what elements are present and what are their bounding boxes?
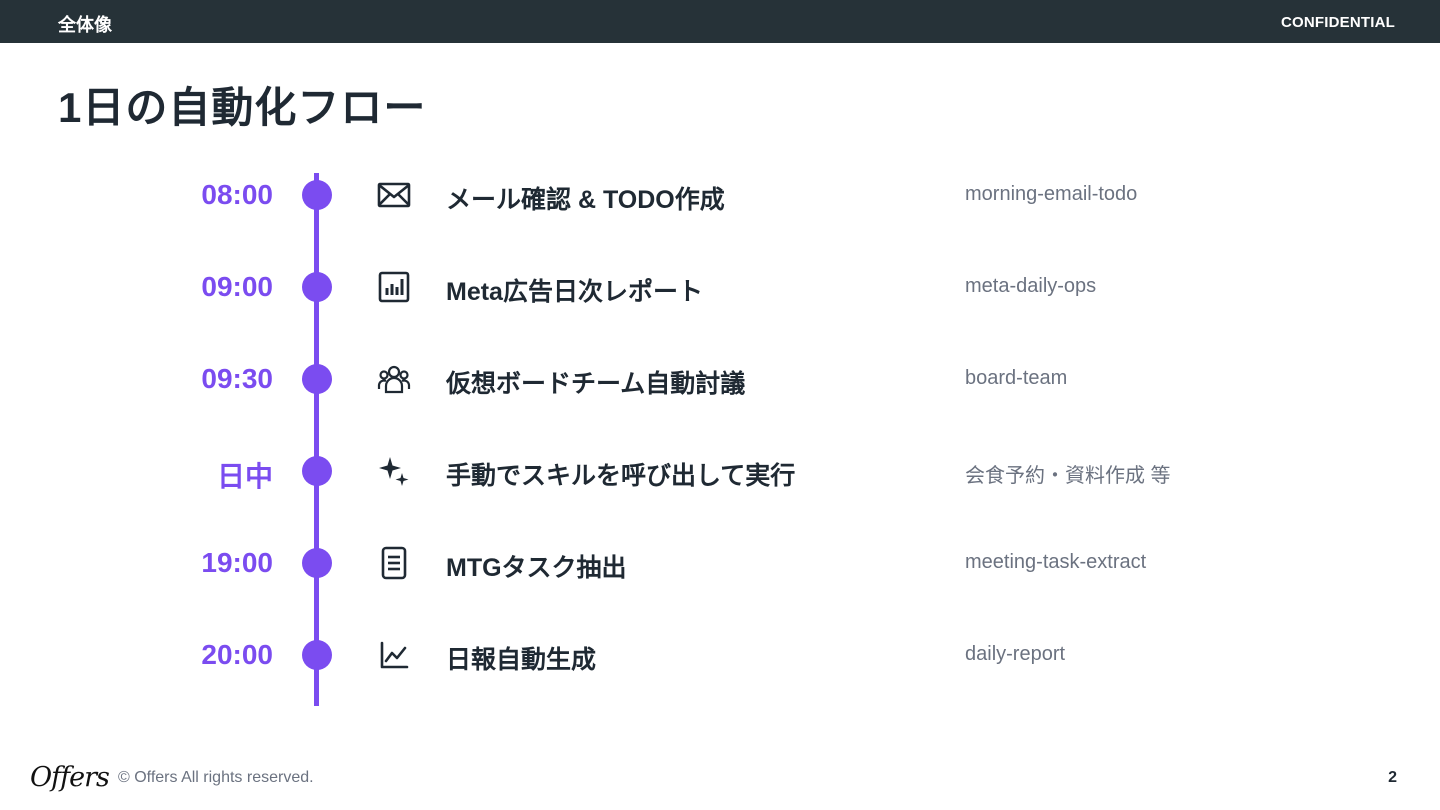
timeline-row: 19:00 MTGタスク抽出 meeting-task-extract: [0, 533, 1440, 593]
timeline-label: MTGタスク抽出: [446, 554, 627, 582]
timeline-time: 08:00: [201, 179, 273, 210]
timeline-time: 20:00: [201, 639, 273, 670]
page-title: 1日の自動化フロー: [58, 84, 427, 131]
timeline-time: 09:00: [201, 271, 273, 302]
timeline-dot: [302, 364, 332, 394]
timeline-dot: [302, 180, 332, 210]
timeline-skill: daily-report: [965, 643, 1066, 665]
timeline-time: 日中: [216, 461, 273, 492]
timeline-dot: [302, 272, 332, 302]
timeline-skill: board-team: [965, 367, 1068, 389]
sparkle-icon: [375, 452, 413, 490]
document-icon: [375, 544, 413, 582]
confidential-label: CONFIDENTIAL: [1280, 14, 1395, 31]
timeline-skill: meta-daily-ops: [965, 275, 1097, 297]
timeline-dot: [302, 548, 332, 578]
team-icon: [375, 360, 413, 398]
timeline-dot: [302, 640, 332, 670]
timeline-row: 09:00 Meta広告日次レポート meta-daily-ops: [0, 257, 1440, 317]
copyright-text: © Offers All rights reserved.: [118, 769, 314, 786]
offers-logo: Offers: [30, 762, 110, 793]
timeline-label: 日報自動生成: [446, 646, 597, 674]
bar-chart-icon: [375, 268, 413, 306]
timeline-label: 仮想ボードチーム自動討議: [446, 370, 746, 398]
timeline-dot: [302, 456, 332, 486]
timeline-label: メール確認 & TODO作成: [446, 186, 725, 214]
timeline-time: 09:30: [201, 363, 273, 394]
timeline-row: 日中 手動でスキルを呼び出して実行 会食予約・資料作成 等: [0, 441, 1440, 501]
timeline-time: 19:00: [201, 547, 273, 578]
timeline-skill: meeting-task-extract: [965, 551, 1147, 573]
header-bar: 全体像 CONFIDENTIAL: [0, 0, 1440, 43]
page-number: 2: [1388, 769, 1397, 786]
section-name: 全体像: [58, 15, 112, 35]
timeline-row: 20:00 日報自動生成 daily-report: [0, 625, 1440, 685]
timeline-skill: morning-email-todo: [965, 183, 1138, 205]
timeline-skill: 会食予約・資料作成 等: [965, 465, 1171, 487]
line-chart-icon: [375, 636, 413, 674]
timeline-row: 08:00 メール確認 & TODO作成 morning-email-todo: [0, 165, 1440, 225]
timeline-label: Meta広告日次レポート: [446, 278, 703, 306]
timeline-row: 09:30 仮想ボードチーム自動討議 board-team: [0, 349, 1440, 409]
mail-icon: [375, 176, 413, 214]
timeline-label: 手動でスキルを呼び出して実行: [446, 462, 796, 490]
